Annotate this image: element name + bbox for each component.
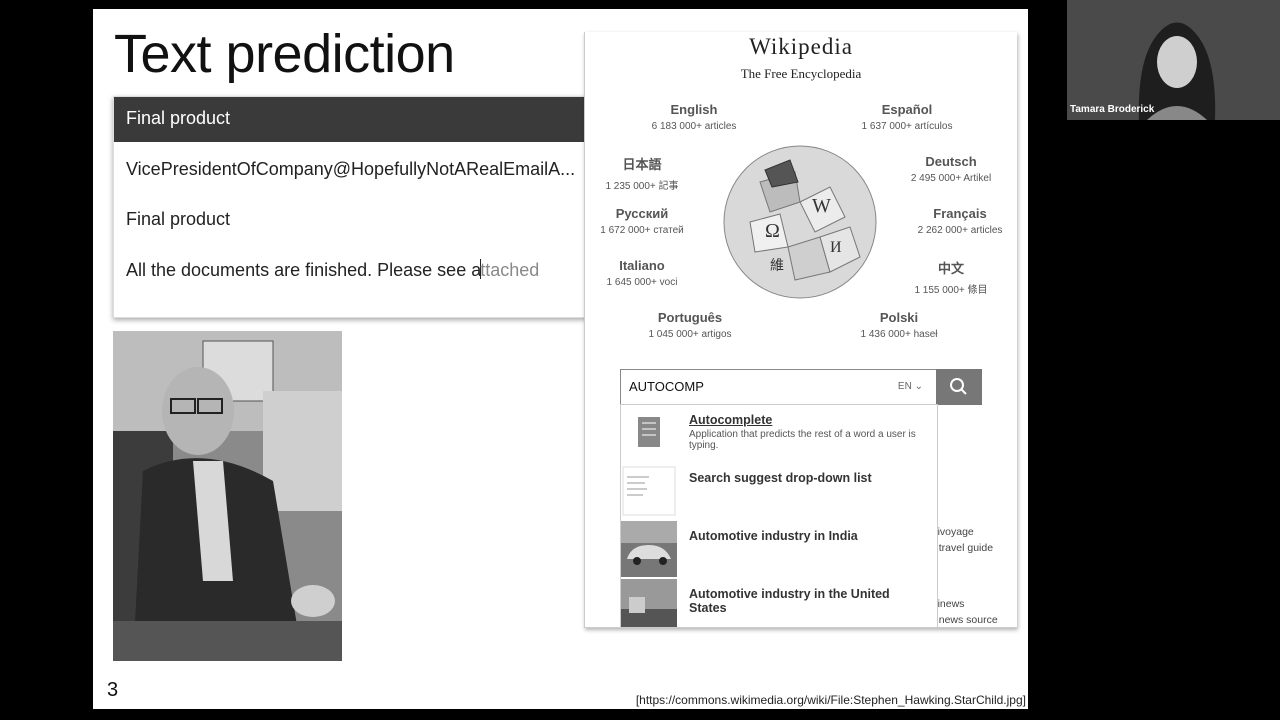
predicted-text: ttached — [480, 260, 540, 280]
lang-portugues[interactable]: Português 1 045 000+ artigos — [615, 310, 765, 340]
suggestion-title: Automotive industry in India — [689, 529, 858, 543]
lang-count: 1 637 000+ artículos — [861, 121, 953, 132]
language-selector[interactable]: EN ⌄ — [898, 381, 923, 392]
email-to-field[interactable]: VicePresidentOfCompany@HopefullyNotAReal… — [126, 159, 575, 180]
email-body-field[interactable]: All the documents are finished. Please s… — [126, 259, 539, 281]
svg-text:W: W — [812, 195, 831, 217]
participant-name: Tamara Broderick — [1070, 104, 1155, 115]
lang-name: Português — [657, 310, 723, 325]
lang-francais[interactable]: Français 2 262 000+ articles — [885, 206, 1017, 236]
email-compose-panel: Final product VicePresidentOfCompany@Hop… — [113, 96, 587, 318]
image-citation: [https://commons.wikimedia.org/wiki/File… — [635, 693, 1026, 707]
language-code: EN — [897, 381, 912, 392]
lang-russian[interactable]: Русский 1 672 000+ статей — [585, 206, 717, 236]
lang-name: 日本語 — [622, 157, 662, 172]
suggestion-title: Search suggest drop-down list — [689, 471, 872, 485]
lang-count: 1 436 000+ haseł — [860, 329, 938, 340]
svg-text:維: 維 — [770, 258, 784, 274]
lang-italiano[interactable]: Italiano 1 645 000+ voci — [585, 258, 717, 288]
suggestion-thumbnail — [621, 463, 677, 519]
lang-name: Español — [881, 102, 933, 117]
wikipedia-portal: Wikipedia The Free Encyclopedia English … — [584, 32, 1017, 628]
hawking-photo — [113, 331, 342, 661]
slide: Text prediction Final product VicePresid… — [93, 9, 1028, 709]
email-header: Final product — [114, 97, 586, 142]
lang-count: 2 262 000+ articles — [917, 225, 1003, 236]
search-query: AUTOCOMP — [629, 379, 704, 394]
suggestion-item[interactable]: Automotive industry in the United States — [621, 579, 937, 627]
lang-count: 1 155 000+ 條目 — [914, 285, 988, 296]
lang-polski[interactable]: Polski 1 436 000+ haseł — [824, 310, 974, 340]
lang-count: 1 045 000+ artigos — [648, 329, 732, 340]
wikipedia-wordmark: Wikipedia — [749, 34, 853, 59]
lang-count: 1 235 000+ 記事 — [605, 181, 679, 192]
lang-chinese[interactable]: 中文 1 155 000+ 條目 — [876, 258, 1017, 296]
svg-text:И: И — [830, 239, 842, 256]
search-input[interactable]: AUTOCOMP EN ⌄ — [620, 369, 938, 405]
chevron-down-icon: ⌄ — [914, 381, 923, 392]
suggestion-item[interactable]: Search suggest drop-down list — [621, 463, 937, 519]
email-subject-field[interactable]: Final product — [126, 209, 230, 230]
suggestion-item[interactable]: Autocomplete Application that predicts t… — [621, 405, 937, 461]
factory-thumbnail — [621, 579, 677, 627]
webcam-tile: Tamara Broderick — [1067, 0, 1280, 120]
lang-name: Polski — [879, 310, 919, 325]
svg-text:Ω: Ω — [765, 220, 780, 242]
suggestion-title: Autocomplete — [689, 413, 773, 427]
car-thumbnail — [621, 521, 677, 577]
suggestion-dropdown: Autocomplete Application that predicts t… — [620, 404, 938, 627]
suggestion-title: Automotive industry in the United States — [689, 587, 890, 615]
lang-name: Deutsch — [925, 154, 977, 169]
lang-name: Italiano — [619, 258, 665, 273]
slide-number: 3 — [107, 679, 119, 701]
lang-espanol[interactable]: Español 1 637 000+ artículos — [832, 102, 982, 132]
search-button[interactable] — [936, 369, 982, 405]
wikipedia-tagline: The Free Encyclopedia — [740, 66, 862, 81]
lang-count: 1 645 000+ voci — [606, 277, 678, 288]
article-icon — [621, 405, 677, 461]
lang-japanese[interactable]: 日本語 1 235 000+ 記事 — [585, 154, 717, 192]
lang-english[interactable]: English 6 183 000+ articles — [619, 102, 769, 132]
lang-name: Français — [933, 206, 987, 221]
wikipedia-globe-logo: Ω W 維 И — [720, 142, 880, 302]
lang-name: 中文 — [937, 261, 964, 276]
sister-link-wikivoyage-desc: e travel guide — [930, 542, 994, 554]
slide-title: Text prediction — [114, 24, 455, 84]
lang-name: Русский — [615, 206, 669, 221]
suggestion-desc: Application that predicts the rest of a … — [689, 429, 916, 451]
body-typed-text: All the documents are finished. Please s… — [126, 260, 482, 280]
webcam-video — [1067, 0, 1280, 120]
sister-link-wikinews-desc: e news source — [930, 614, 998, 626]
lang-deutsch[interactable]: Deutsch 2 495 000+ Artikel — [876, 154, 1017, 184]
lang-count: 2 495 000+ Artikel — [910, 173, 992, 184]
lang-count: 1 672 000+ статей — [600, 225, 684, 236]
lang-count: 6 183 000+ articles — [651, 121, 737, 132]
search-icon — [950, 378, 967, 395]
suggestion-item[interactable]: Automotive industry in India — [621, 521, 937, 577]
lang-name: English — [670, 102, 718, 117]
